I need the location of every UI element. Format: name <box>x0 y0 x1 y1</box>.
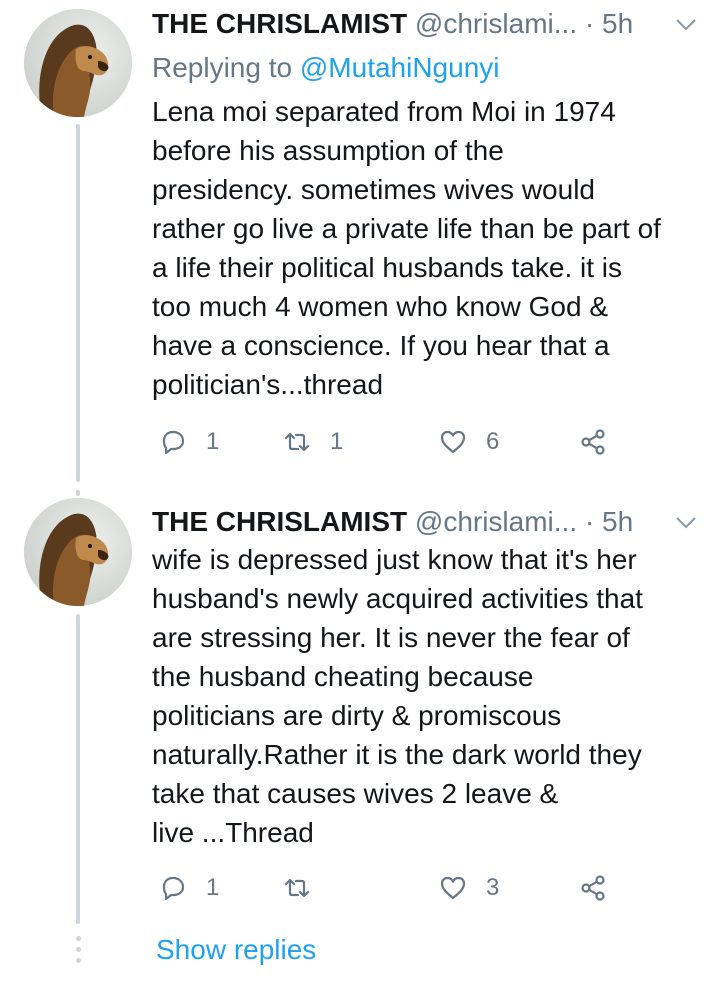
reply-count: 1 <box>206 428 220 455</box>
retweet-button[interactable]: 1 <box>282 422 343 462</box>
tweet-header: THE CHRISLAMIST @chrislami... · 5h <box>152 4 712 44</box>
replying-to-handle-link[interactable]: @MutahiNgunyi <box>300 52 500 83</box>
share-button[interactable] <box>578 422 608 462</box>
chevron-down-icon[interactable] <box>674 510 698 534</box>
thread-line <box>76 124 80 482</box>
author-name[interactable]: THE CHRISLAMIST <box>152 8 407 39</box>
tweet[interactable]: THE CHRISLAMIST @chrislami... · 5h Reply… <box>0 0 720 482</box>
retweet-icon <box>284 432 310 452</box>
thread-line <box>76 614 80 924</box>
tweet[interactable]: THE CHRISLAMIST @chrislami... · 5h wife … <box>0 490 720 924</box>
tweet-text-line: politician's...thread <box>152 369 384 400</box>
author-name[interactable]: THE CHRISLAMIST <box>152 506 407 537</box>
tweet-text-line: husband's newly acquired activities that <box>152 583 643 614</box>
separator-dot: · <box>584 8 595 39</box>
like-count: 6 <box>486 428 500 455</box>
replying-to: Replying to @MutahiNgunyi <box>152 48 500 88</box>
retweet-icon <box>284 878 310 898</box>
lion-avatar-image <box>24 498 132 606</box>
lion-avatar-image <box>24 9 132 117</box>
tweet-text: wife is depressed just know that it's he… <box>152 540 712 852</box>
like-count: 3 <box>486 874 500 901</box>
tweet-text-line: the husband cheating because <box>152 661 534 692</box>
tweet-text-line: too much 4 women who know God & <box>152 291 609 322</box>
tweet-text-line: wife is depressed just know that it's he… <box>152 544 637 575</box>
share-button[interactable] <box>578 868 608 908</box>
timestamp[interactable]: 5h <box>602 506 633 537</box>
replying-to-label: Replying to <box>152 52 293 83</box>
author-handle[interactable]: @chrislami... <box>415 506 577 537</box>
tweet-text-line: before his assumption of the <box>152 135 504 166</box>
separator-dot: · <box>584 506 595 537</box>
action-bar: 1 1 6 <box>152 422 672 462</box>
tweet-text-line: presidency. sometimes wives would <box>152 174 595 205</box>
show-replies-link[interactable]: Show replies <box>156 930 316 970</box>
heart-icon <box>440 876 466 900</box>
reply-icon <box>162 876 185 901</box>
share-icon <box>581 875 605 901</box>
retweet-count: 1 <box>330 428 344 455</box>
tweet-text: Lena moi separated from Moi in 1974 befo… <box>152 92 712 404</box>
tweet-text-line: rather go live a private life than be pa… <box>152 213 661 244</box>
timestamp[interactable]: 5h <box>602 8 633 39</box>
share-icon <box>581 429 605 455</box>
avatar[interactable] <box>24 498 132 606</box>
like-button[interactable]: 6 <box>438 422 499 462</box>
like-button[interactable]: 3 <box>438 868 499 908</box>
tweet-text-line: a life their political husbands take. it… <box>152 252 623 283</box>
avatar[interactable] <box>24 9 132 117</box>
tweet-text-line: live ...Thread <box>152 817 314 848</box>
reply-icon <box>162 430 185 455</box>
reply-button[interactable]: 1 <box>158 422 219 462</box>
tweet-text-line: politicians are dirty & promiscous <box>152 700 562 731</box>
reply-count: 1 <box>206 874 220 901</box>
tweet-text-line: Lena moi separated from Moi in 1974 <box>152 96 616 127</box>
heart-icon <box>440 430 466 454</box>
author-handle[interactable]: @chrislami... <box>415 8 577 39</box>
reply-button[interactable]: 1 <box>158 868 219 908</box>
tweet-text-line: have a conscience. If you hear that a <box>152 330 610 361</box>
tweet-text-line: naturally.Rather it is the dark world th… <box>152 739 642 770</box>
retweet-button[interactable] <box>282 868 330 908</box>
tweet-text-line: are stressing her. It is never the fear … <box>152 622 630 653</box>
thread-line <box>76 490 80 496</box>
action-bar: 1 3 <box>152 868 672 908</box>
tweet-text-line: take that causes wives 2 leave & <box>152 778 559 809</box>
tweet-header: THE CHRISLAMIST @chrislami... · 5h <box>152 502 712 542</box>
chevron-down-icon[interactable] <box>674 12 698 36</box>
more-replies-dots-icon <box>74 936 82 966</box>
